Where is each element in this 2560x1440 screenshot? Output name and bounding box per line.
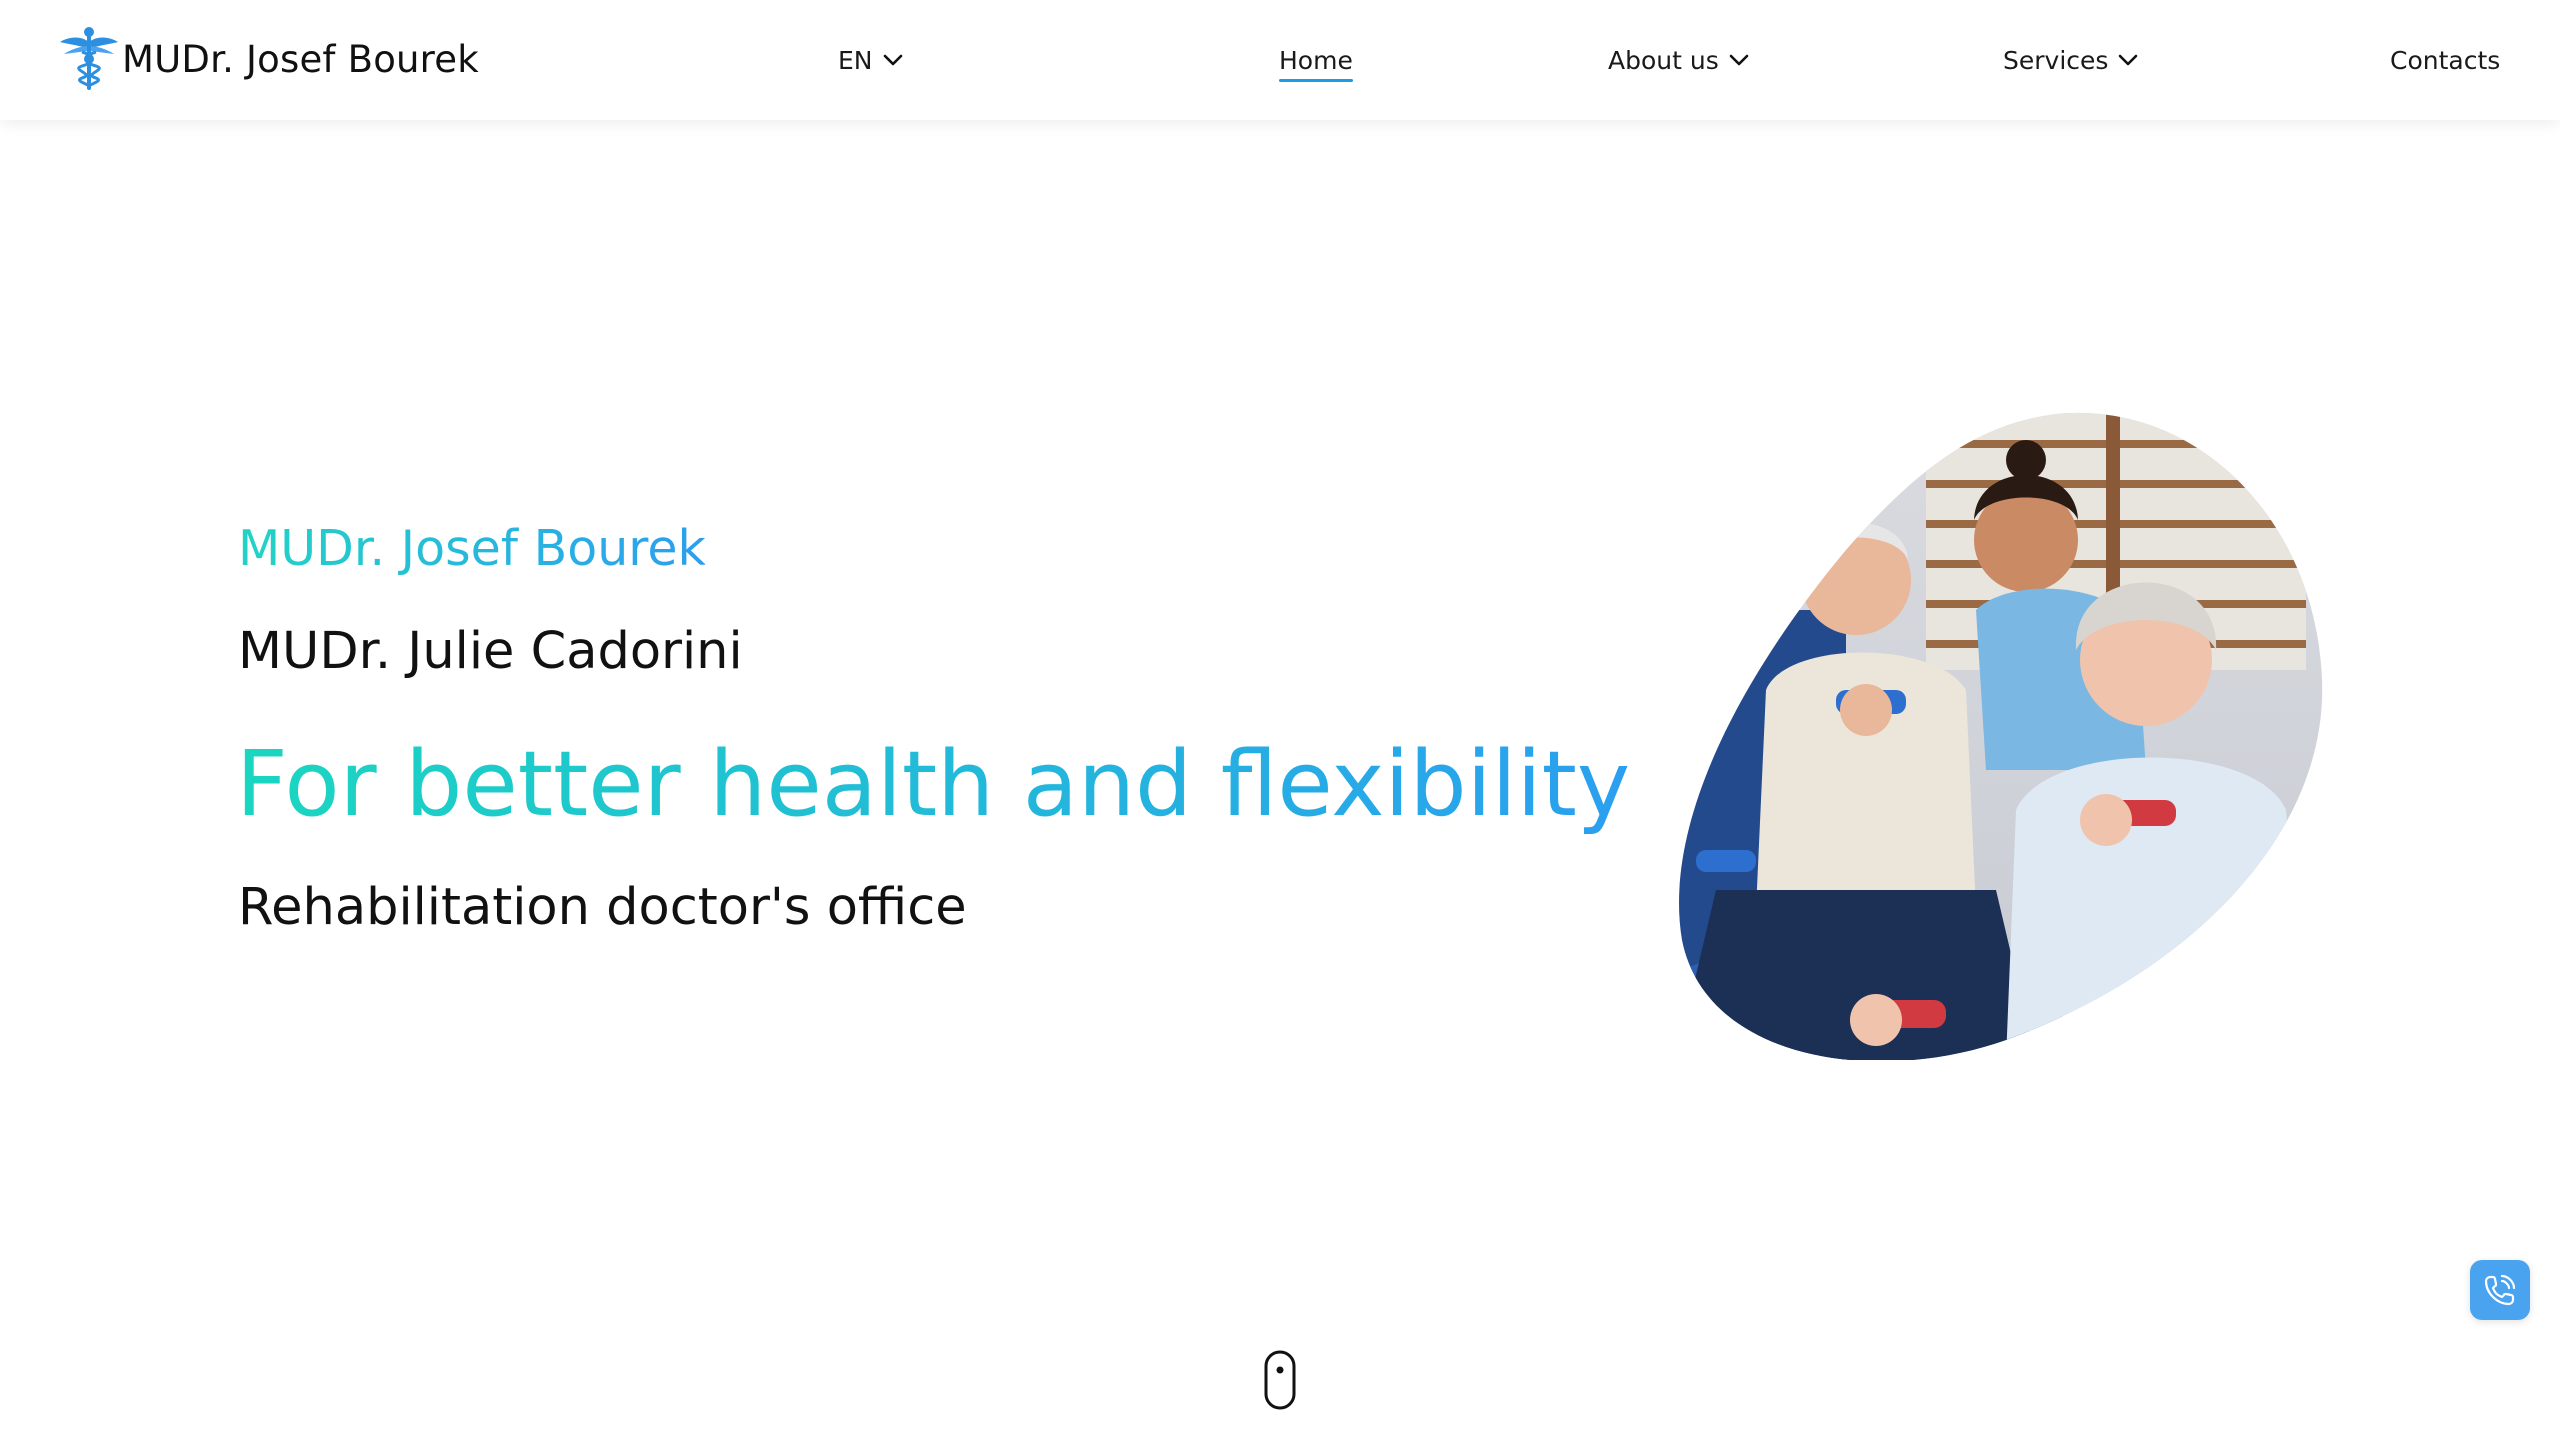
brand-name: MUDr. Josef Bourek — [122, 37, 479, 81]
nav-contacts[interactable]: Contacts — [2390, 40, 2500, 80]
hero-tagline: Rehabilitation doctor's office — [238, 878, 967, 937]
hero-subtitle: MUDr. Julie Cadorini — [238, 622, 743, 681]
hero-kicker: MUDr. Josef Bourek — [238, 520, 706, 577]
active-underline — [1279, 78, 1353, 82]
call-button[interactable] — [2470, 1260, 2530, 1320]
hero-title: For better health and flexibility — [236, 730, 1630, 840]
phone-call-icon — [2484, 1274, 2516, 1306]
nav-about-label: About us — [1608, 45, 1719, 75]
nav-about-us[interactable]: About us — [1608, 40, 1751, 80]
site-header: MUDr. Josef Bourek EN Home About us Serv… — [0, 0, 2560, 120]
hero-photo — [1679, 412, 2323, 1060]
caduceus-icon — [60, 27, 118, 90]
chevron-down-icon — [2119, 54, 2138, 66]
chevron-down-icon — [883, 54, 902, 66]
nav-services[interactable]: Services — [2003, 40, 2140, 80]
mouse-scroll-icon[interactable] — [1264, 1350, 1296, 1410]
nav-services-label: Services — [2003, 45, 2109, 75]
nav-contacts-label: Contacts — [2390, 45, 2501, 75]
chevron-down-icon — [1729, 54, 1749, 66]
brand-link[interactable]: MUDr. Josef Bourek — [58, 26, 479, 92]
nav-home[interactable]: Home — [1279, 40, 1353, 82]
language-label: EN — [838, 45, 873, 75]
nav-home-label: Home — [1279, 45, 1353, 82]
language-selector[interactable]: EN — [838, 40, 905, 80]
nav-home-text: Home — [1279, 45, 1353, 75]
